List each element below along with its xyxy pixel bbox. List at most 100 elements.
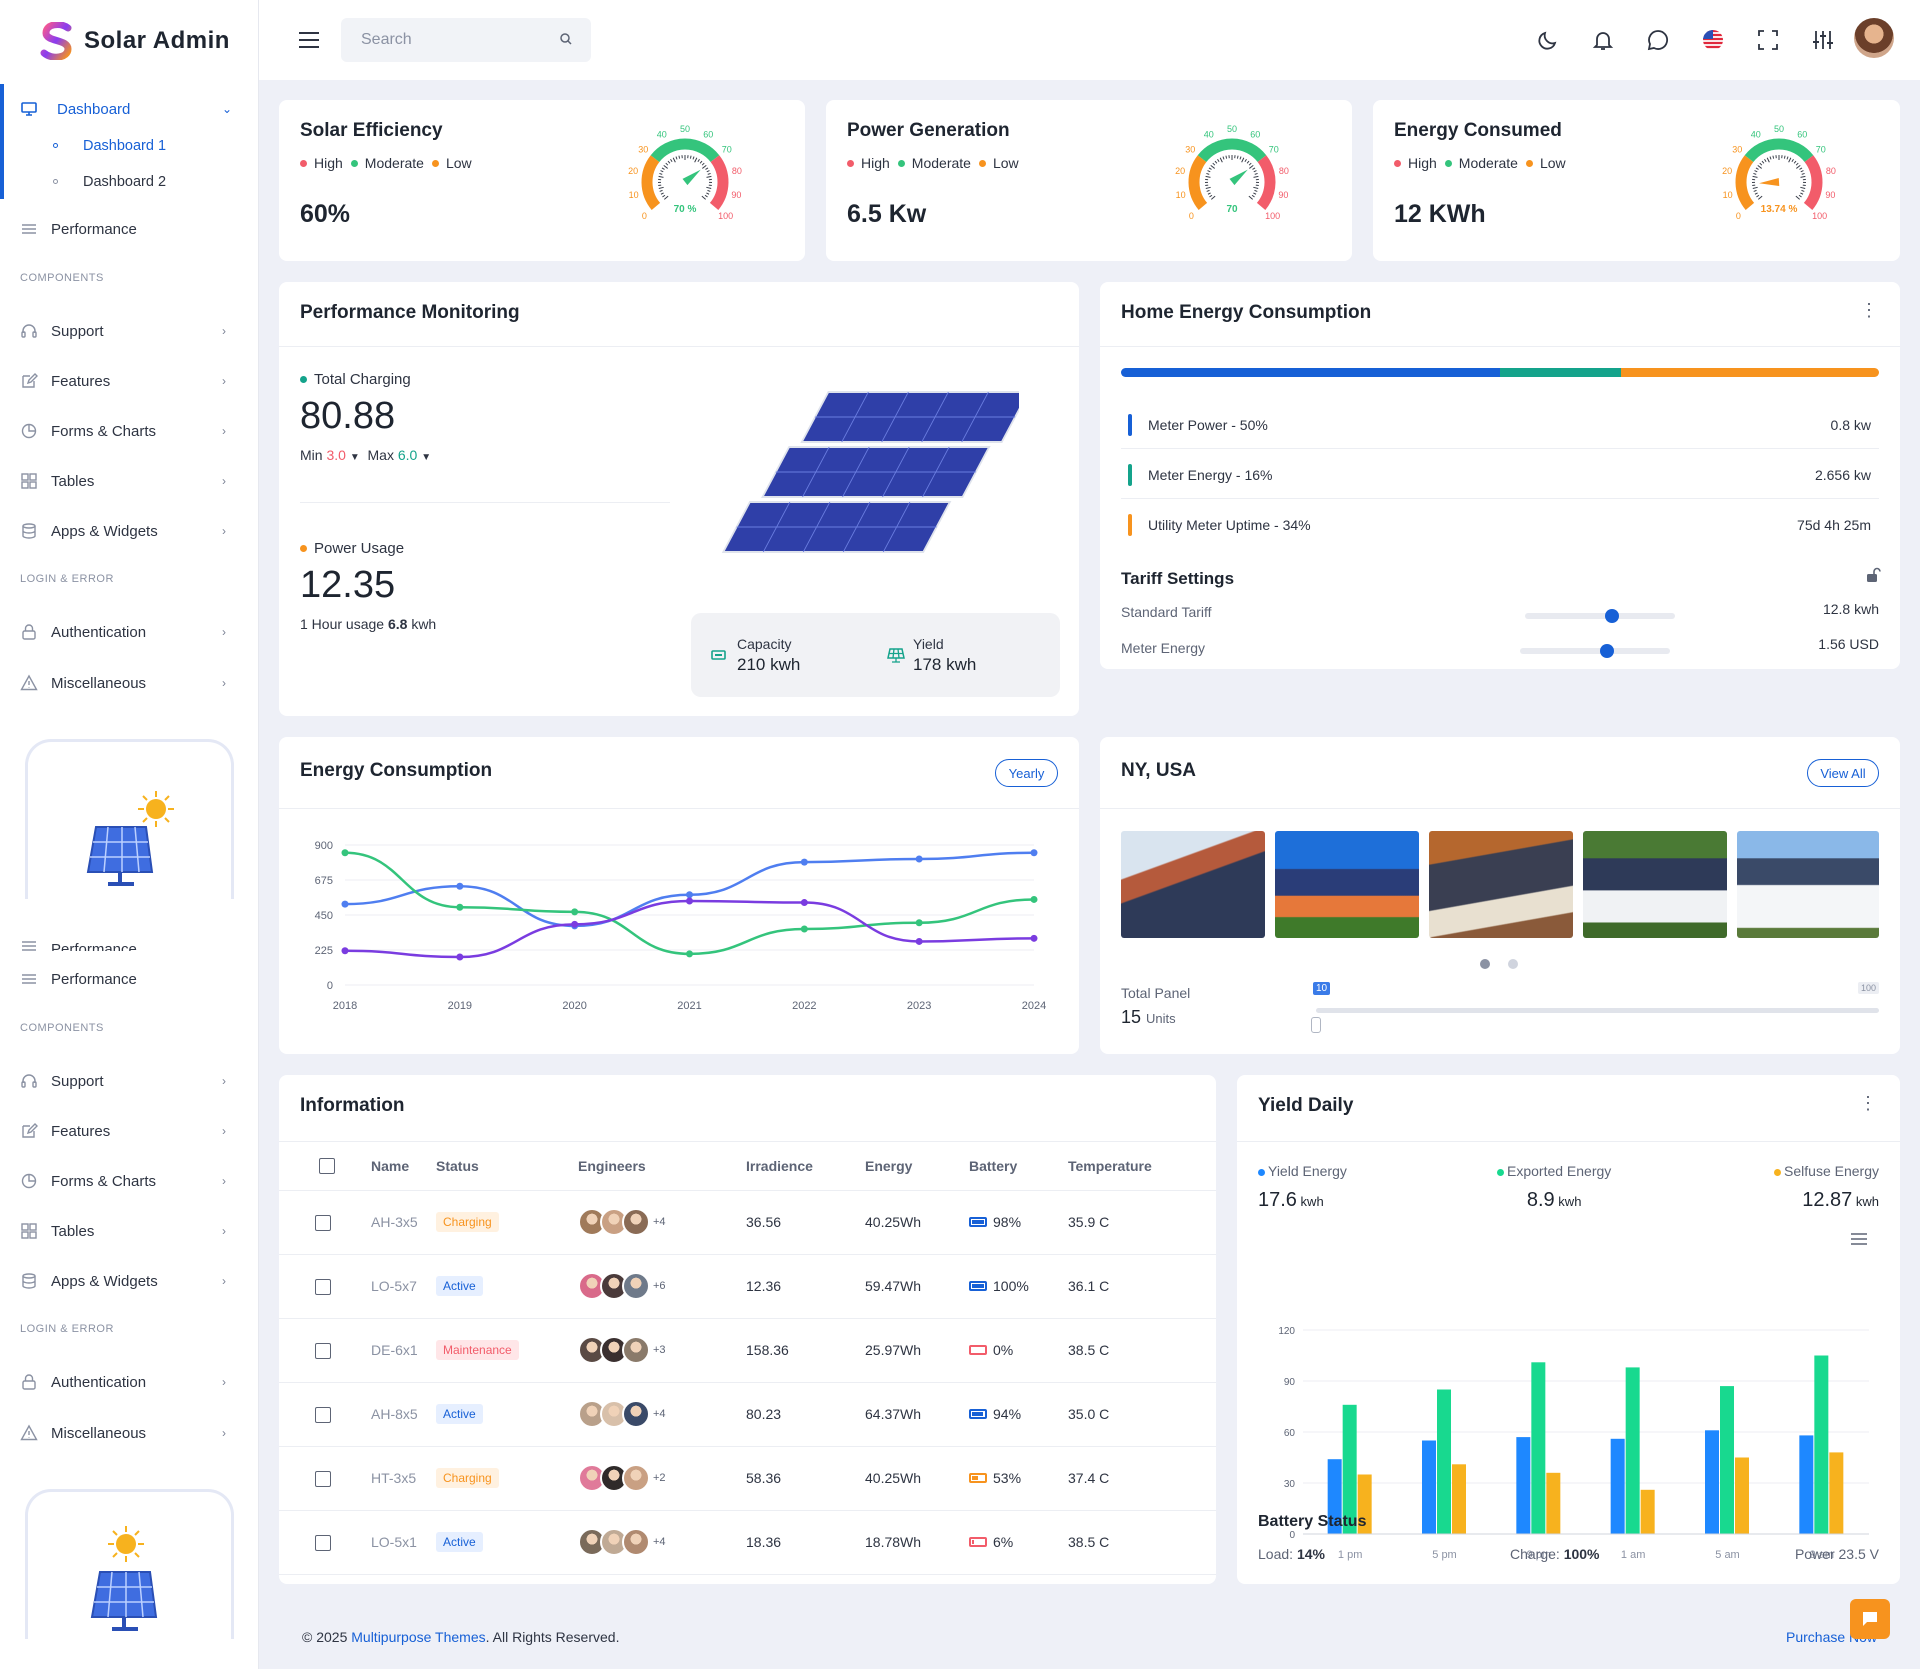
tariff-slider-track[interactable] bbox=[1520, 648, 1670, 654]
sidebar-item-forms-charts[interactable]: Forms & Charts › bbox=[0, 1166, 259, 1196]
tariff-slider-knob[interactable] bbox=[1600, 644, 1614, 658]
more-vertical-icon[interactable]: ⋮ bbox=[1860, 300, 1878, 321]
sidebar-item-forms-charts[interactable]: Forms & Charts › bbox=[0, 416, 259, 446]
select-all-checkbox[interactable] bbox=[319, 1158, 335, 1175]
col-status[interactable]: Status bbox=[436, 1142, 578, 1191]
sidebar-item-support[interactable]: Support › bbox=[0, 316, 259, 346]
data-point[interactable] bbox=[571, 920, 579, 928]
data-point[interactable] bbox=[456, 903, 464, 911]
col-energy[interactable]: Energy bbox=[865, 1142, 969, 1191]
search-input[interactable] bbox=[341, 18, 591, 62]
solar-roof-photo-1[interactable] bbox=[1121, 831, 1265, 938]
data-point[interactable] bbox=[1030, 849, 1038, 857]
table-row[interactable]: AH-3x5 Charging +4 36.56 40.25Wh 98% 35.9 C bbox=[279, 1190, 1216, 1255]
sidebar-item-tables[interactable]: Tables › bbox=[0, 466, 259, 496]
us-flag-icon[interactable] bbox=[1701, 28, 1725, 52]
data-point[interactable] bbox=[686, 891, 693, 899]
settings-sliders-icon[interactable] bbox=[1811, 28, 1835, 52]
data-point[interactable] bbox=[800, 899, 808, 907]
engineer-avatar[interactable] bbox=[622, 1336, 650, 1364]
view-all-button[interactable]: View All bbox=[1807, 759, 1879, 787]
yearly-button[interactable]: Yearly bbox=[995, 759, 1058, 787]
menu-icon[interactable] bbox=[1851, 1233, 1867, 1245]
bar[interactable] bbox=[1735, 1457, 1749, 1535]
data-point[interactable] bbox=[341, 947, 349, 955]
table-row[interactable]: DE-6x1 Maintenance +3 158.36 25.97Wh 0% 38.5 C bbox=[279, 1318, 1216, 1383]
tariff-slider-track[interactable] bbox=[1525, 613, 1675, 619]
hamburger-menu-icon[interactable] bbox=[298, 31, 320, 49]
data-point[interactable] bbox=[686, 950, 693, 958]
data-point[interactable] bbox=[915, 919, 923, 927]
row-checkbox[interactable] bbox=[315, 1278, 331, 1295]
bar[interactable] bbox=[1437, 1389, 1451, 1535]
data-point[interactable] bbox=[341, 900, 349, 908]
footer-company-link[interactable]: Multipurpose Themes bbox=[351, 1629, 485, 1645]
bar[interactable] bbox=[1705, 1430, 1719, 1534]
sidebar-item-performance-2[interactable]: Performance bbox=[0, 964, 259, 994]
sidebar-item-features[interactable]: Features › bbox=[0, 366, 259, 396]
data-point[interactable] bbox=[800, 858, 808, 866]
bar[interactable] bbox=[1452, 1464, 1466, 1534]
chat-fab-button[interactable] bbox=[1850, 1599, 1890, 1639]
col-engineers[interactable]: Engineers bbox=[578, 1142, 746, 1191]
data-point[interactable] bbox=[915, 855, 923, 863]
col-battery[interactable]: Battery bbox=[969, 1142, 1068, 1191]
sidebar-item-apps-widgets[interactable]: Apps & Widgets › bbox=[0, 516, 259, 546]
engineer-avatar[interactable] bbox=[622, 1528, 650, 1556]
solar-roof-photo-4[interactable] bbox=[1583, 831, 1727, 938]
bar[interactable] bbox=[1640, 1489, 1655, 1534]
col-irradience[interactable]: Irradience bbox=[746, 1142, 865, 1191]
sidebar-sub-dashboard-2[interactable]: Dashboard 2 bbox=[83, 174, 166, 190]
data-point[interactable] bbox=[456, 953, 464, 961]
sidebar-item-miscellaneous[interactable]: Miscellaneous › bbox=[0, 1418, 259, 1448]
row-checkbox[interactable] bbox=[315, 1534, 331, 1551]
bar[interactable] bbox=[1422, 1440, 1436, 1535]
bar[interactable] bbox=[1720, 1386, 1734, 1534]
table-row[interactable]: AH-8x5 Active +4 80.23 64.37Wh 94% 35.0 C bbox=[279, 1382, 1216, 1447]
more-vertical-icon[interactable]: ⋮ bbox=[1859, 1093, 1877, 1114]
table-row[interactable]: HT-3x5 Charging +2 58.36 40.25Wh 53% 37.4 C bbox=[279, 1446, 1216, 1511]
user-avatar[interactable] bbox=[1854, 18, 1894, 58]
sidebar-item-dashboard[interactable]: Dashboard ⌄ bbox=[0, 94, 259, 124]
data-point[interactable] bbox=[456, 882, 464, 890]
bar[interactable] bbox=[1625, 1367, 1640, 1534]
engineer-avatar[interactable] bbox=[622, 1400, 650, 1428]
row-checkbox[interactable] bbox=[315, 1342, 331, 1359]
logo[interactable]: Solar Admin bbox=[40, 22, 230, 60]
sidebar-item-tables[interactable]: Tables › bbox=[0, 1216, 259, 1246]
bar[interactable] bbox=[1610, 1438, 1625, 1534]
solar-roof-photo-2[interactable] bbox=[1275, 831, 1419, 938]
row-checkbox[interactable] bbox=[315, 1470, 331, 1487]
bar[interactable] bbox=[1531, 1362, 1546, 1534]
bar[interactable] bbox=[1546, 1472, 1561, 1534]
row-checkbox[interactable] bbox=[315, 1214, 331, 1231]
sidebar-item-authentication[interactable]: Authentication › bbox=[0, 617, 259, 647]
tariff-slider-knob[interactable] bbox=[1605, 609, 1619, 623]
data-point[interactable] bbox=[686, 897, 693, 905]
sidebar-item-miscellaneous[interactable]: Miscellaneous › bbox=[0, 668, 259, 698]
solar-roof-photo-5[interactable] bbox=[1737, 831, 1879, 938]
search-icon[interactable] bbox=[559, 32, 573, 46]
col-name[interactable]: Name bbox=[335, 1142, 436, 1191]
panel-slider-track[interactable] bbox=[1316, 1008, 1879, 1013]
sidebar-item-support[interactable]: Support › bbox=[0, 1066, 259, 1096]
bar[interactable] bbox=[1799, 1435, 1814, 1534]
data-point[interactable] bbox=[1030, 934, 1038, 942]
chat-icon[interactable] bbox=[1646, 28, 1670, 52]
data-point[interactable] bbox=[915, 937, 923, 945]
sidebar-item-performance-clipped[interactable]: Performance bbox=[0, 937, 259, 951]
bell-icon[interactable] bbox=[1591, 28, 1615, 52]
table-row[interactable]: LO-5x1 Active +4 18.36 18.78Wh 6% 38.5 C bbox=[279, 1510, 1216, 1575]
row-checkbox[interactable] bbox=[315, 1406, 331, 1423]
engineer-avatar[interactable] bbox=[622, 1208, 650, 1236]
panel-slider-handle[interactable] bbox=[1311, 1017, 1321, 1033]
engineer-avatar[interactable] bbox=[622, 1464, 650, 1492]
carousel-dot[interactable] bbox=[1508, 959, 1518, 969]
data-point[interactable] bbox=[1030, 895, 1038, 903]
sidebar-item-authentication[interactable]: Authentication › bbox=[0, 1367, 259, 1397]
bar[interactable] bbox=[1516, 1437, 1531, 1534]
moon-icon[interactable] bbox=[1536, 28, 1560, 52]
data-point[interactable] bbox=[341, 849, 349, 857]
carousel-dot-active[interactable] bbox=[1480, 959, 1490, 969]
unlock-icon[interactable] bbox=[1865, 567, 1881, 583]
